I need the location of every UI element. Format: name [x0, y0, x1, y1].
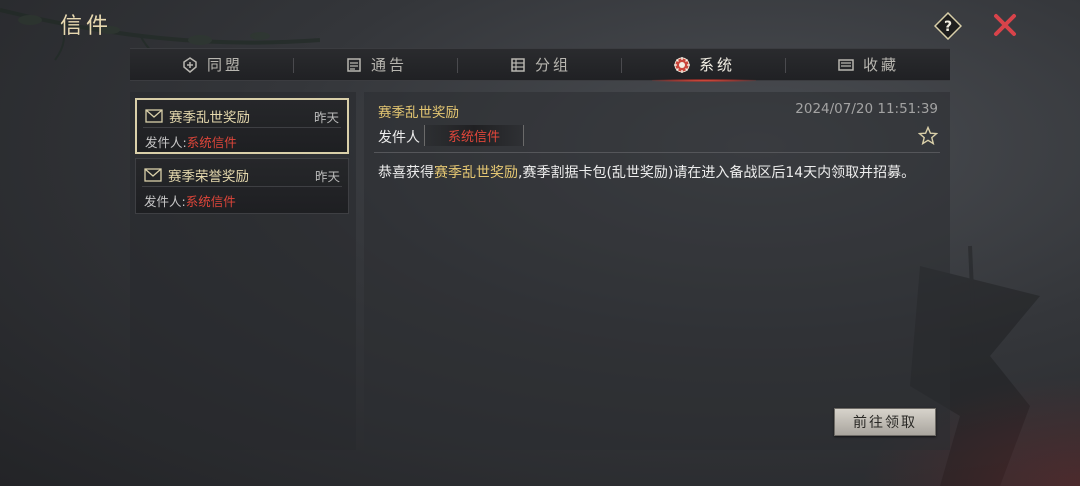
tab-group[interactable]: 分组 — [458, 49, 622, 80]
body-highlight: 赛季乱世奖励 — [434, 165, 518, 181]
claim-button[interactable]: 前往领取 — [834, 408, 936, 436]
envelope-icon — [145, 109, 163, 123]
tab-bar: 同盟 通告 分组 系统 收藏 — [130, 48, 950, 82]
close-icon — [994, 14, 1016, 36]
tab-group-label: 分组 — [534, 56, 571, 74]
detail-sender-label: 发件人 — [378, 130, 420, 146]
tab-favorites-label: 收藏 — [862, 56, 899, 74]
mail-sender-prefix: 发件人: — [144, 194, 186, 209]
detail-date: 2024/07/20 11:51:39 — [795, 101, 938, 117]
mail-sender-prefix: 发件人: — [145, 135, 187, 150]
tab-alliance-label: 同盟 — [206, 56, 243, 74]
body-prefix: 恭喜获得 — [378, 165, 434, 181]
detail-body: 恭喜获得赛季乱世奖励,赛季割据卡包(乱世奖励)请在进入备战区后14天内领取并招募… — [378, 162, 915, 182]
mail-time: 昨天 — [314, 168, 340, 184]
mail-detail: 赛季乱世奖励 2024/07/20 11:51:39 发件人 系统信件 恭喜获得… — [364, 92, 950, 450]
tab-system-label: 系统 — [698, 56, 735, 74]
mail-list: 赛季乱世奖励 昨天 发件人:系统信件 赛季荣誉奖励 昨天 发件人:系统信件 — [130, 92, 356, 450]
help-button[interactable]: ? — [933, 11, 963, 41]
detail-sender: 系统信件 — [424, 125, 524, 146]
envelope-icon — [144, 168, 162, 182]
mail-subject: 赛季乱世奖励 — [169, 110, 250, 126]
detail-subject: 赛季乱世奖励 — [378, 105, 459, 121]
body-suffix: ,赛季割据卡包(乱世奖励)请在进入备战区后14天内领取并招募。 — [518, 165, 916, 181]
mail-list-item[interactable]: 赛季乱世奖励 昨天 发件人:系统信件 — [135, 98, 349, 154]
mail-sender: 系统信件 — [185, 194, 236, 209]
notice-icon — [347, 57, 361, 72]
system-gear-icon — [673, 56, 690, 73]
alliance-icon — [183, 56, 197, 73]
mail-sender: 系统信件 — [186, 135, 237, 150]
tab-system[interactable]: 系统 — [622, 49, 786, 82]
mail-time: 昨天 — [313, 109, 339, 125]
svg-text:?: ? — [944, 19, 952, 35]
tab-alliance[interactable]: 同盟 — [130, 49, 294, 80]
mail-subject: 赛季荣誉奖励 — [168, 169, 249, 185]
detail-divider — [374, 152, 940, 153]
tab-favorites[interactable]: 收藏 — [786, 49, 950, 80]
help-icon: ? — [934, 12, 962, 40]
tab-notice-label: 通告 — [370, 56, 407, 74]
favorite-star-icon[interactable] — [918, 126, 938, 146]
window-title: 信件 — [60, 14, 113, 39]
close-button[interactable] — [990, 10, 1020, 40]
mail-list-item[interactable]: 赛季荣誉奖励 昨天 发件人:系统信件 — [135, 158, 349, 214]
group-icon — [511, 57, 525, 72]
tab-notice[interactable]: 通告 — [294, 49, 458, 80]
favorites-icon — [838, 58, 854, 71]
